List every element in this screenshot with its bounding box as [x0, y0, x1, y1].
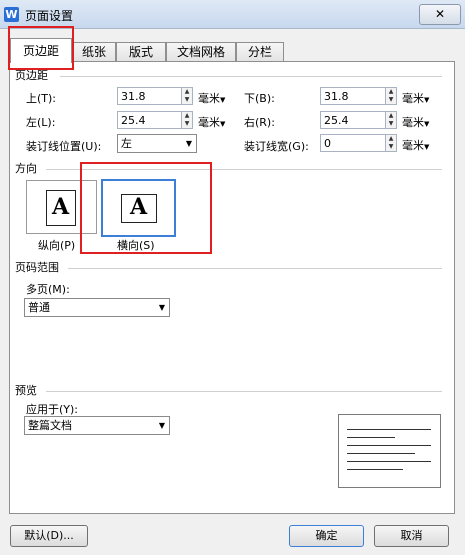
top-margin-spinner[interactable]: ▲ ▼: [182, 87, 193, 105]
bottom-margin-label: 下(B):: [244, 92, 275, 105]
portrait-label[interactable]: 纵向(P): [38, 237, 75, 253]
apply-to-label: 应用于(Y):: [26, 403, 79, 416]
left-margin-spinner[interactable]: ▲ ▼: [182, 111, 193, 129]
preview-section-label: 预览: [15, 384, 37, 397]
bottom-margin-unit[interactable]: 毫米▼: [402, 90, 429, 106]
page-range-divider: [68, 268, 442, 269]
chevron-down-icon: ▼: [185, 139, 192, 148]
tab-columns[interactable]: 分栏: [236, 42, 284, 62]
gutter-width-label: 装订线宽(G):: [244, 140, 309, 153]
tab-highlight-box: [8, 26, 74, 70]
window-title: 页面设置: [25, 9, 74, 23]
tab-paper[interactable]: 纸张: [72, 42, 116, 62]
gutter-width-unit[interactable]: 毫米▼: [402, 137, 429, 153]
preview-divider: [46, 391, 442, 392]
tab-layout[interactable]: 版式: [116, 42, 166, 62]
close-button[interactable]: ✕: [419, 4, 461, 25]
landscape-highlight-box: [80, 162, 212, 254]
preview-text-line: [347, 445, 431, 446]
right-margin-input[interactable]: 25.4: [320, 111, 386, 129]
ok-button[interactable]: 确定: [289, 525, 364, 547]
wps-app-icon: W: [4, 7, 19, 22]
preview-text-line: [347, 461, 431, 462]
orientation-section-label: 方向: [15, 162, 37, 175]
right-margin-unit[interactable]: 毫米▼: [402, 114, 429, 130]
preview-text-line: [347, 429, 431, 430]
left-margin-label: 左(L):: [26, 116, 56, 129]
multi-page-select[interactable]: 普通 ▼: [24, 298, 170, 317]
right-margin-spinner[interactable]: ▲ ▼: [386, 111, 397, 129]
tab-document-grid[interactable]: 文档网格: [166, 42, 236, 62]
apply-to-select[interactable]: 整篇文档 ▼: [24, 416, 170, 435]
preview-text-line: [347, 469, 403, 470]
default-button[interactable]: 默认(D)...: [10, 525, 88, 547]
portrait-page-icon: A: [46, 190, 76, 226]
preview-text-line: [347, 453, 415, 454]
multi-page-label: 多页(M):: [26, 283, 70, 296]
right-margin-label: 右(R):: [244, 116, 275, 129]
gutter-position-label: 装订线位置(U):: [26, 140, 102, 153]
chevron-down-icon: ▼: [158, 421, 165, 430]
gutter-position-select[interactable]: 左 ▼: [117, 134, 197, 153]
left-margin-unit[interactable]: 毫米▼: [198, 114, 225, 130]
bottom-margin-spinner[interactable]: ▲ ▼: [386, 87, 397, 105]
left-margin-input[interactable]: 25.4: [117, 111, 182, 129]
top-margin-label: 上(T):: [26, 92, 57, 105]
bottom-margin-input[interactable]: 31.8: [320, 87, 386, 105]
chevron-down-icon: ▼: [158, 303, 165, 312]
gutter-width-input[interactable]: 0: [320, 134, 386, 152]
preview-text-line: [347, 437, 395, 438]
gutter-width-spinner[interactable]: ▲ ▼: [386, 134, 397, 152]
top-margin-unit[interactable]: 毫米▼: [198, 90, 225, 106]
cancel-button[interactable]: 取消: [374, 525, 449, 547]
top-margin-input[interactable]: 31.8: [117, 87, 182, 105]
page-range-section-label: 页码范围: [15, 261, 59, 274]
preview-page: [338, 414, 441, 488]
margins-divider: [60, 76, 442, 77]
